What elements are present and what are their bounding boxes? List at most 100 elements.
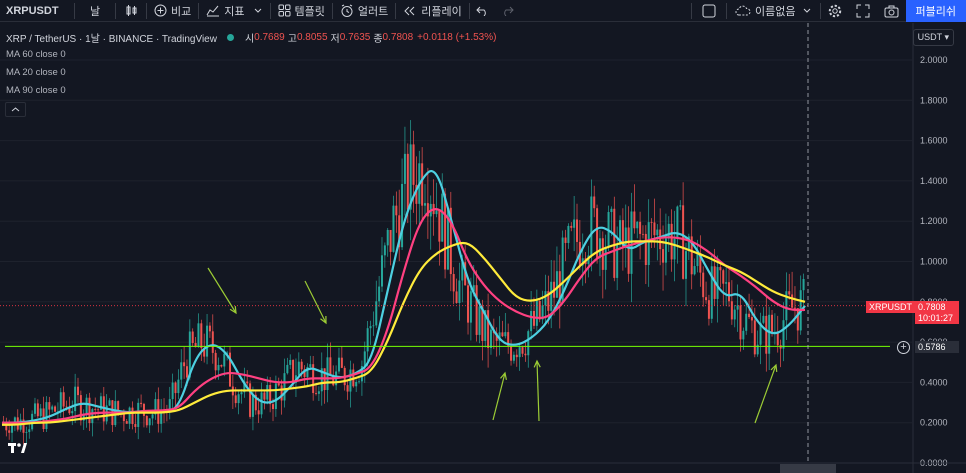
candle-body <box>458 280 461 303</box>
candle-body <box>145 415 148 426</box>
candle-body <box>171 382 174 400</box>
ma-line-90 <box>2 240 806 426</box>
compare-button[interactable]: 비교 <box>147 0 198 22</box>
indicators-label: 지표 <box>224 5 245 18</box>
settings-button[interactable] <box>821 0 849 22</box>
candle-body <box>346 385 349 392</box>
low-label: 저 <box>330 34 340 45</box>
candle-body <box>682 205 685 279</box>
templates-label: 템플릿 <box>294 5 325 18</box>
candle-body <box>79 395 82 421</box>
candle-body <box>257 410 260 415</box>
candle-body <box>300 361 303 370</box>
interval-button[interactable]: 날 <box>75 0 115 22</box>
annotation-arrow <box>492 372 506 421</box>
price-axis-label: 1.0000 <box>920 257 948 267</box>
candle-body <box>719 267 722 271</box>
top-toolbar: XRPUSDT 날 비교 지표 템플릿 얼러트 리플레이 이름없음 퍼블리쉬 <box>0 0 966 22</box>
candle-body <box>249 383 252 417</box>
indicator-ma90[interactable]: MA 90 close 0 <box>6 85 66 96</box>
candle-body <box>366 328 369 352</box>
candle-body <box>707 300 710 319</box>
undo-button[interactable] <box>470 0 495 22</box>
candle-body <box>329 357 332 376</box>
candle-body <box>389 229 392 252</box>
layout-toggle-button[interactable] <box>692 0 726 22</box>
candle-body <box>771 314 774 332</box>
layout-name-label: 이름없음 <box>755 6 796 18</box>
candle-body <box>739 305 742 340</box>
close-value: 0.7808 <box>382 32 414 43</box>
chart-pane[interactable]: 0.00000.20000.40000.60000.80001.00001.20… <box>0 23 966 473</box>
candle-body <box>33 403 36 414</box>
candle-body <box>54 406 57 412</box>
candle-body <box>793 307 796 309</box>
candle-body <box>337 357 340 372</box>
candle-body <box>274 383 277 410</box>
candle-body <box>487 310 490 348</box>
low-value: 0.7635 <box>339 32 371 43</box>
annotation-arrow-head <box>229 305 237 315</box>
layout-name-button[interactable]: 이름없음 <box>727 0 819 22</box>
candle-body <box>297 361 300 376</box>
replay-label: 리플레이 <box>421 5 462 18</box>
candle-body <box>590 196 593 256</box>
symbol-search-button[interactable]: XRPUSDT <box>0 0 74 22</box>
candle-body <box>151 414 154 419</box>
candle-body <box>211 331 214 353</box>
redo-icon <box>503 6 514 16</box>
last-price-symbol-tag: XRPUSDT <box>866 301 916 313</box>
price-axis-label: 1.8000 <box>920 95 948 105</box>
currency-selector[interactable]: USDT ▾ <box>912 29 954 46</box>
candle-body <box>475 285 478 335</box>
candle-body <box>593 196 596 209</box>
collapse-legend-button[interactable] <box>5 102 26 117</box>
redo-button[interactable] <box>495 0 520 22</box>
candle-body <box>613 208 616 278</box>
indicators-icon <box>206 5 220 17</box>
candle-body <box>515 354 518 358</box>
candle-body <box>742 330 745 340</box>
candle-body <box>570 225 573 228</box>
replay-button[interactable]: 리플레이 <box>396 0 468 22</box>
grid-icon <box>278 4 290 17</box>
candle-body <box>137 402 140 427</box>
candle-body <box>573 219 576 228</box>
candle-body <box>424 203 427 206</box>
candle-body <box>217 364 220 371</box>
add-alert-plus-icon[interactable]: + <box>897 341 910 354</box>
fullscreen-button[interactable] <box>849 0 877 22</box>
candle-body <box>286 364 289 374</box>
candle-body <box>412 144 415 185</box>
alert-button[interactable]: 얼러트 <box>333 0 395 22</box>
candle-body <box>380 255 383 287</box>
snapshot-button[interactable] <box>877 0 906 22</box>
candle-body <box>530 310 533 332</box>
rewind-icon <box>404 6 415 15</box>
undo-icon <box>476 6 486 16</box>
candle-body <box>656 229 659 236</box>
candle-body <box>564 237 567 243</box>
publish-button[interactable]: 퍼블리쉬 <box>905 0 966 22</box>
templates-button[interactable]: 템플릿 <box>271 0 332 22</box>
price-chart[interactable]: 0.00000.20000.40000.60000.80001.00001.20… <box>0 23 966 473</box>
candle-body <box>438 210 441 242</box>
price-axis-label: 2.0000 <box>920 55 948 65</box>
candle-body <box>263 392 266 400</box>
candle-body <box>624 227 627 248</box>
indicators-button[interactable]: 지표 <box>199 0 269 22</box>
square-icon <box>702 4 716 18</box>
candle-body <box>576 219 579 242</box>
candle-body <box>768 314 771 354</box>
open-label: 시 <box>244 34 255 45</box>
candle-body <box>555 271 558 298</box>
indicator-ma60[interactable]: MA 60 close 0 <box>6 49 66 60</box>
candle-body <box>684 251 687 279</box>
candle-body <box>355 381 358 387</box>
candles-icon[interactable] <box>116 0 146 22</box>
candle-body <box>722 270 725 284</box>
candle-body <box>283 373 286 401</box>
indicator-ma20[interactable]: MA 20 close 0 <box>6 67 66 78</box>
candle-body <box>782 320 785 349</box>
candle-body <box>727 282 731 302</box>
